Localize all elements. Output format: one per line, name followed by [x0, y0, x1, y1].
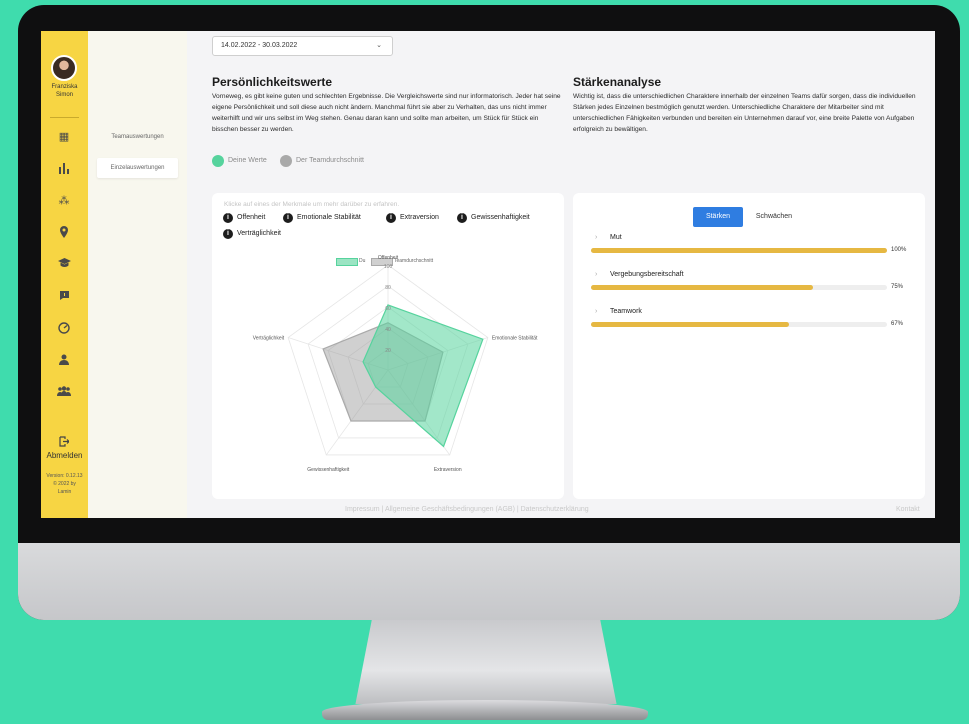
people-pin-icon[interactable]: ⁂ [54, 194, 74, 208]
subnav-item-individual-evaluations[interactable]: Einzelauswertungen [97, 158, 178, 178]
chevron-down-icon: ⌄ [376, 42, 382, 49]
logout-button[interactable]: Abmelden [41, 451, 88, 460]
team-average-dot [280, 155, 292, 167]
radar-axis-label: Gewissenhaftigkeit [307, 467, 350, 473]
tab-weaknesses[interactable]: Schwächen [748, 207, 800, 227]
strength-bar-track [591, 248, 887, 253]
footer-contact-link[interactable]: Kontakt [896, 506, 920, 513]
strength-bar-fill [591, 248, 887, 253]
strengths-card: Stärken Schwächen › Mut 100% › Vergebungsber… [573, 193, 925, 499]
dashboard-icon[interactable]: ▦ [54, 130, 74, 144]
radar-axis-label: Emotionale Stabilität [492, 336, 538, 342]
strength-bar-fill [591, 285, 813, 290]
radar-axis-label: Offenheit [378, 255, 399, 261]
user-name: Franziska Simon [41, 83, 88, 99]
strength-label[interactable]: Teamwork [610, 308, 642, 315]
radar-card: Klicke auf eines der Merkmale um mehr da… [212, 193, 564, 499]
copyright-line: © 2022 by [53, 481, 76, 487]
strength-bar-track [591, 285, 887, 290]
date-range-select[interactable]: 14.02.2022 - 30.03.2022 ⌄ [212, 36, 393, 56]
radar-axis-label: Extraversion [434, 467, 462, 473]
radar-tick-label: 20 [385, 348, 391, 354]
strength-percent: 75% [891, 284, 904, 290]
personality-title: Persönlichkeitswerte [212, 75, 333, 89]
radar-axis-label: Verträglichkeit [253, 336, 285, 342]
monitor-stand-base [322, 700, 648, 720]
legend-team-average[interactable]: Der Teamdurchschnitt [296, 155, 364, 167]
strength-label[interactable]: Vergebungsbereitschaft [610, 271, 684, 278]
sidebar: Franziska Simon ▦ ⁂ Abmelden Version: 0.… [41, 31, 88, 518]
sidebar-divider [50, 117, 79, 118]
strength-bar-track [591, 322, 887, 327]
version-info: Version: 0.12.13 © 2022 by Lamin [41, 472, 88, 496]
radar-tick-label: 80 [385, 285, 391, 291]
version-line: Version: 0.12.13 [46, 473, 83, 479]
location-pin-icon[interactable] [54, 226, 74, 240]
strength-percent: 100% [891, 247, 907, 253]
radar-chart: 20 40 60 80 100 Offenheit Emotionale Stabilitä… [253, 255, 538, 473]
strength-bar-fill [591, 322, 790, 327]
radar-tick-label: 100 [384, 264, 393, 270]
radar-tick-label: 40 [385, 327, 391, 333]
user-last-name: Simon [55, 92, 73, 98]
strengths-analysis-title: Stärkenanalyse [573, 75, 662, 89]
tab-strengths[interactable]: Stärken [693, 207, 743, 227]
radar-tick-label: 60 [385, 306, 391, 312]
date-range-value: 14.02.2022 - 30.03.2022 [221, 42, 298, 49]
sub-navigation: Teamauswertungen Einzelauswertungen [88, 31, 187, 518]
monitor-chin [18, 543, 960, 620]
strength-label[interactable]: Mut [610, 234, 622, 241]
chevron-right-icon[interactable]: › [595, 271, 597, 278]
own-values-dot [212, 155, 224, 167]
legend-own-values[interactable]: Deine Werte [228, 155, 267, 167]
strength-percent: 67% [891, 321, 904, 327]
company-line: Lamin [57, 489, 72, 495]
user-icon[interactable] [54, 354, 74, 368]
graduation-cap-icon[interactable] [54, 258, 74, 272]
user-first-name: Franziska [51, 84, 78, 90]
chat-icon[interactable] [54, 290, 74, 304]
subnav-item-team-evaluations[interactable]: Teamauswertungen [97, 127, 178, 147]
bar-chart-icon[interactable] [54, 162, 74, 176]
chevron-right-icon[interactable]: › [595, 308, 597, 315]
app-screen: Franziska Simon ▦ ⁂ Abmelden Version: 0.… [41, 31, 935, 518]
avatar[interactable] [51, 55, 77, 81]
strengths-analysis-text: Wichtig ist, dass die unterschiedlichen … [573, 93, 916, 133]
team-icon[interactable] [54, 386, 74, 400]
monitor-stand [355, 620, 617, 704]
main-content: 14.02.2022 - 30.03.2022 ⌄ Persönlichkeit… [187, 31, 935, 518]
chevron-right-icon[interactable]: › [595, 234, 597, 241]
gauge-icon[interactable] [54, 322, 74, 336]
logout-icon[interactable] [54, 436, 74, 450]
personality-text: Vorneweg, es gibt keine guten und schlec… [212, 93, 561, 133]
radar-series-area [362, 304, 484, 448]
footer-links[interactable]: Impressum | Allgemeine Geschäftsbedingun… [345, 506, 589, 513]
